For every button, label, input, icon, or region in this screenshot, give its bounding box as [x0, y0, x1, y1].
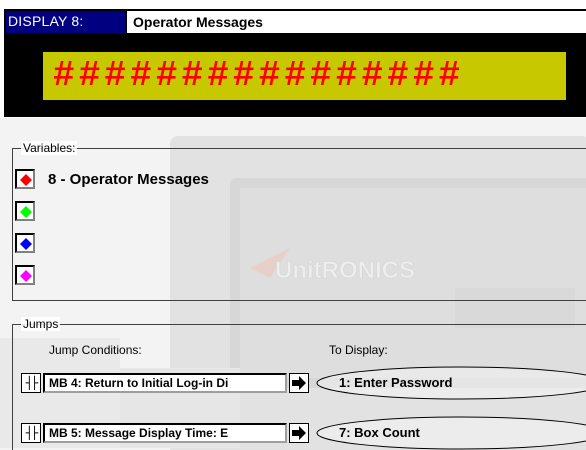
contact-icon[interactable]: ┤├ [21, 373, 41, 393]
jump-condition-field[interactable]: MB 4: Return to Initial Log-in Di [43, 373, 287, 393]
lcd-frame: ################ [4, 35, 586, 117]
jumps-group-title: Jumps [21, 317, 61, 331]
variable-2-button[interactable] [15, 201, 35, 221]
arrow-right-icon [292, 376, 306, 390]
display-title-bar: DISPLAY 8: Operator Messages [4, 9, 586, 35]
green-diamond-icon [20, 206, 32, 218]
contact-icon[interactable]: ┤├ [21, 423, 41, 443]
variable-1-label: 8 - Operator Messages [48, 171, 209, 188]
jump-arrow-button[interactable] [289, 423, 309, 443]
jump-conditions-header: Jump Conditions: [49, 343, 142, 357]
variable-4-button[interactable] [15, 265, 35, 285]
magenta-diamond-icon [20, 270, 32, 282]
variable-1-button[interactable] [15, 169, 35, 189]
lcd-text: ################ [53, 55, 465, 96]
jump-condition-field[interactable]: MB 5: Message Display Time: E [43, 423, 287, 443]
jump-arrow-button[interactable] [289, 373, 309, 393]
to-display-header: To Display: [329, 343, 388, 357]
display-number-label: DISPLAY 8: [8, 13, 84, 29]
display-editor-window: UnitRONICS DISPLAY 8: Operator Messages … [0, 0, 586, 450]
arrow-right-icon [292, 426, 306, 440]
display-name-field[interactable]: Operator Messages [125, 11, 586, 33]
jump-row: ┤├ MB 4: Return to Initial Log-in Di 1: … [21, 366, 586, 400]
lcd-screen[interactable]: ################ [41, 50, 568, 102]
red-diamond-icon [20, 174, 32, 186]
jump-row: ┤├ MB 5: Message Display Time: E 7: Box … [21, 416, 586, 450]
variables-group: Variables: 8 - Operator Messages [12, 141, 586, 301]
target-display-label: 7: Box Count [339, 425, 420, 440]
blue-diamond-icon [20, 238, 32, 250]
jumps-group: Jumps Jump Conditions: To Display: ┤├ MB… [12, 317, 586, 450]
variable-3-button[interactable] [15, 233, 35, 253]
variables-group-title: Variables: [21, 141, 78, 155]
target-display-label: 1: Enter Password [339, 375, 453, 390]
